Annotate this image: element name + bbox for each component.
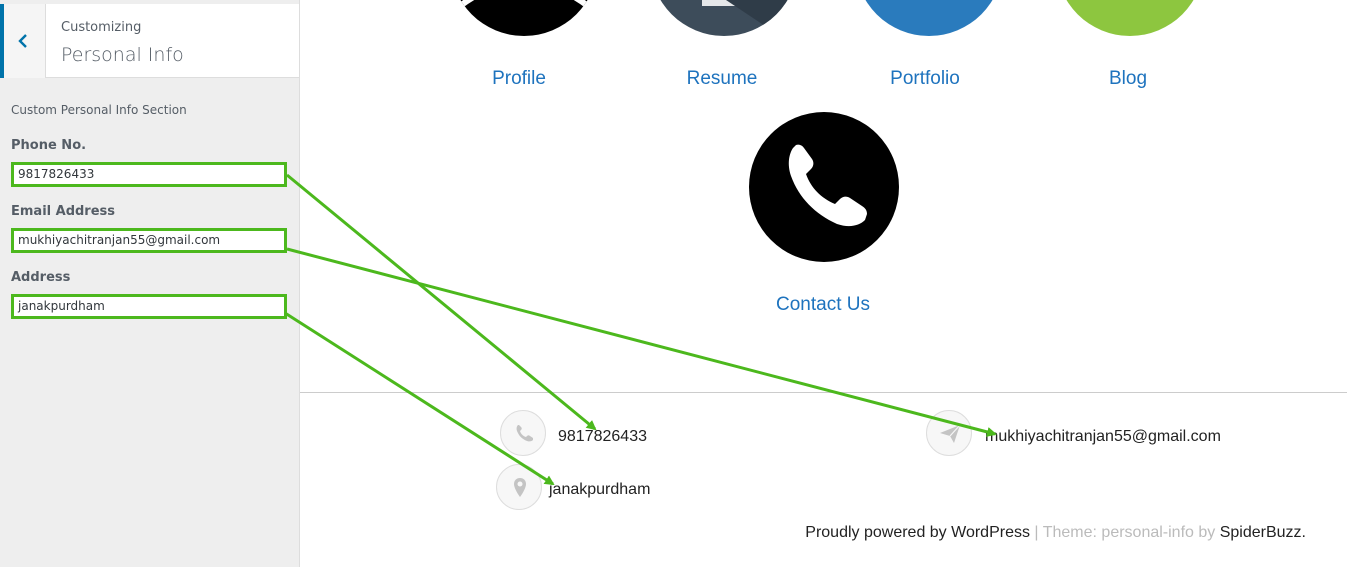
phone-icon bbox=[516, 425, 533, 442]
paper-plane-icon bbox=[940, 424, 961, 443]
credits-period: . bbox=[1301, 524, 1306, 541]
resume-icon[interactable] bbox=[650, 0, 798, 36]
footer-email-badge bbox=[926, 410, 972, 456]
theme-credit: Theme: personal-info by bbox=[1042, 524, 1220, 541]
phone-label: Phone No. bbox=[11, 138, 87, 153]
customizing-label: Customizing bbox=[61, 20, 142, 35]
arrow-email bbox=[286, 247, 997, 437]
footer-email[interactable]: mukhiyachitranjan55@gmail.com bbox=[985, 428, 1221, 446]
footer-phone-badge bbox=[500, 410, 546, 456]
nav-portfolio[interactable]: Portfolio bbox=[865, 68, 985, 90]
nav-resume[interactable]: Resume bbox=[662, 68, 782, 90]
section-title: Custom Personal Info Section bbox=[11, 103, 187, 117]
footer-address: janakpurdham bbox=[549, 481, 651, 498]
arrow-phone bbox=[286, 173, 597, 431]
author-link[interactable]: SpiderBuzz bbox=[1220, 524, 1302, 541]
address-label: Address bbox=[11, 270, 71, 285]
phone-input[interactable]: 9817826433 bbox=[11, 162, 287, 187]
email-label: Email Address bbox=[11, 204, 116, 219]
map-pin-icon bbox=[514, 478, 526, 497]
arrow-address bbox=[284, 311, 555, 486]
footer-address-badge bbox=[496, 464, 542, 510]
customizer-header: Customizing Personal Info bbox=[0, 4, 299, 78]
customizer-sidebar: Customizing Personal Info Custom Persona… bbox=[0, 0, 300, 567]
blog-icon[interactable] bbox=[1056, 0, 1204, 36]
panel-title: Personal Info bbox=[61, 44, 184, 66]
chevron-left-icon bbox=[18, 34, 27, 48]
footer-divider bbox=[300, 392, 1347, 393]
wordpress-link[interactable]: Proudly powered by WordPress bbox=[805, 524, 1030, 541]
credits-separator: | bbox=[1029, 524, 1043, 541]
portfolio-icon[interactable] bbox=[855, 0, 1003, 36]
footer-phone: 9817826433 bbox=[558, 428, 647, 445]
address-input[interactable]: janakpurdham bbox=[11, 294, 287, 319]
email-input[interactable]: mukhiyachitranjan55@gmail.com bbox=[11, 228, 287, 253]
profile-icon[interactable] bbox=[450, 0, 598, 36]
contact-phone-icon[interactable] bbox=[749, 112, 899, 262]
footer-credits: Proudly powered by WordPress | Theme: pe… bbox=[805, 524, 1306, 542]
nav-blog[interactable]: Blog bbox=[1068, 68, 1188, 90]
back-button[interactable] bbox=[0, 4, 46, 78]
nav-profile[interactable]: Profile bbox=[459, 68, 579, 90]
nav-contact[interactable]: Contact Us bbox=[743, 294, 903, 316]
